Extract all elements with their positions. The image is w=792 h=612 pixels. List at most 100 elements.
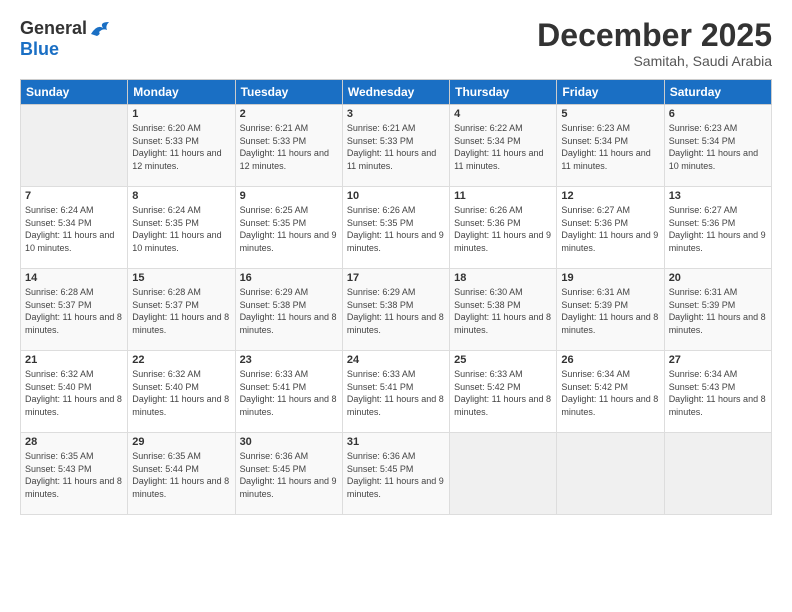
day-number: 18 xyxy=(454,272,552,284)
month-title: December 2025 xyxy=(537,18,772,53)
table-row: 6 Sunrise: 6:23 AMSunset: 5:34 PMDayligh… xyxy=(664,105,771,187)
table-row: 28 Sunrise: 6:35 AMSunset: 5:43 PMDaylig… xyxy=(21,433,128,515)
day-info: Sunrise: 6:21 AMSunset: 5:33 PMDaylight:… xyxy=(347,123,436,171)
calendar-week-row: 1 Sunrise: 6:20 AMSunset: 5:33 PMDayligh… xyxy=(21,105,772,187)
day-info: Sunrise: 6:31 AMSunset: 5:39 PMDaylight:… xyxy=(669,287,766,335)
day-info: Sunrise: 6:35 AMSunset: 5:44 PMDaylight:… xyxy=(132,451,229,499)
table-row: 5 Sunrise: 6:23 AMSunset: 5:34 PMDayligh… xyxy=(557,105,664,187)
day-info: Sunrise: 6:31 AMSunset: 5:39 PMDaylight:… xyxy=(561,287,658,335)
logo-blue-text: Blue xyxy=(20,39,59,60)
table-row: 8 Sunrise: 6:24 AMSunset: 5:35 PMDayligh… xyxy=(128,187,235,269)
table-row: 29 Sunrise: 6:35 AMSunset: 5:44 PMDaylig… xyxy=(128,433,235,515)
header-saturday: Saturday xyxy=(664,80,771,105)
day-number: 27 xyxy=(669,354,767,366)
day-number: 3 xyxy=(347,108,445,120)
calendar-week-row: 28 Sunrise: 6:35 AMSunset: 5:43 PMDaylig… xyxy=(21,433,772,515)
day-number: 26 xyxy=(561,354,659,366)
table-row xyxy=(450,433,557,515)
day-info: Sunrise: 6:33 AMSunset: 5:41 PMDaylight:… xyxy=(240,369,337,417)
day-info: Sunrise: 6:36 AMSunset: 5:45 PMDaylight:… xyxy=(347,451,444,499)
calendar-week-row: 14 Sunrise: 6:28 AMSunset: 5:37 PMDaylig… xyxy=(21,269,772,351)
day-number: 25 xyxy=(454,354,552,366)
header-monday: Monday xyxy=(128,80,235,105)
day-number: 14 xyxy=(25,272,123,284)
day-info: Sunrise: 6:22 AMSunset: 5:34 PMDaylight:… xyxy=(454,123,543,171)
subtitle: Samitah, Saudi Arabia xyxy=(537,53,772,69)
calendar-header-row: Sunday Monday Tuesday Wednesday Thursday… xyxy=(21,80,772,105)
logo-bird-icon xyxy=(89,20,111,38)
calendar-week-row: 21 Sunrise: 6:32 AMSunset: 5:40 PMDaylig… xyxy=(21,351,772,433)
header: General Blue December 2025 Samitah, Saud… xyxy=(20,18,772,69)
day-info: Sunrise: 6:29 AMSunset: 5:38 PMDaylight:… xyxy=(347,287,444,335)
day-info: Sunrise: 6:24 AMSunset: 5:35 PMDaylight:… xyxy=(132,205,221,253)
day-info: Sunrise: 6:33 AMSunset: 5:41 PMDaylight:… xyxy=(347,369,444,417)
table-row: 31 Sunrise: 6:36 AMSunset: 5:45 PMDaylig… xyxy=(342,433,449,515)
day-number: 15 xyxy=(132,272,230,284)
day-info: Sunrise: 6:27 AMSunset: 5:36 PMDaylight:… xyxy=(561,205,658,253)
table-row: 14 Sunrise: 6:28 AMSunset: 5:37 PMDaylig… xyxy=(21,269,128,351)
day-info: Sunrise: 6:27 AMSunset: 5:36 PMDaylight:… xyxy=(669,205,766,253)
day-number: 24 xyxy=(347,354,445,366)
day-number: 17 xyxy=(347,272,445,284)
table-row: 13 Sunrise: 6:27 AMSunset: 5:36 PMDaylig… xyxy=(664,187,771,269)
table-row: 10 Sunrise: 6:26 AMSunset: 5:35 PMDaylig… xyxy=(342,187,449,269)
day-number: 22 xyxy=(132,354,230,366)
header-friday: Friday xyxy=(557,80,664,105)
table-row: 25 Sunrise: 6:33 AMSunset: 5:42 PMDaylig… xyxy=(450,351,557,433)
day-info: Sunrise: 6:21 AMSunset: 5:33 PMDaylight:… xyxy=(240,123,329,171)
day-number: 9 xyxy=(240,190,338,202)
table-row: 24 Sunrise: 6:33 AMSunset: 5:41 PMDaylig… xyxy=(342,351,449,433)
day-number: 7 xyxy=(25,190,123,202)
table-row: 27 Sunrise: 6:34 AMSunset: 5:43 PMDaylig… xyxy=(664,351,771,433)
title-block: December 2025 Samitah, Saudi Arabia xyxy=(537,18,772,69)
day-number: 8 xyxy=(132,190,230,202)
table-row: 26 Sunrise: 6:34 AMSunset: 5:42 PMDaylig… xyxy=(557,351,664,433)
day-number: 16 xyxy=(240,272,338,284)
day-number: 13 xyxy=(669,190,767,202)
day-number: 19 xyxy=(561,272,659,284)
day-info: Sunrise: 6:34 AMSunset: 5:42 PMDaylight:… xyxy=(561,369,658,417)
table-row: 21 Sunrise: 6:32 AMSunset: 5:40 PMDaylig… xyxy=(21,351,128,433)
day-number: 29 xyxy=(132,436,230,448)
day-info: Sunrise: 6:34 AMSunset: 5:43 PMDaylight:… xyxy=(669,369,766,417)
day-info: Sunrise: 6:32 AMSunset: 5:40 PMDaylight:… xyxy=(25,369,122,417)
header-sunday: Sunday xyxy=(21,80,128,105)
day-info: Sunrise: 6:24 AMSunset: 5:34 PMDaylight:… xyxy=(25,205,114,253)
day-info: Sunrise: 6:20 AMSunset: 5:33 PMDaylight:… xyxy=(132,123,221,171)
day-number: 31 xyxy=(347,436,445,448)
day-number: 10 xyxy=(347,190,445,202)
day-number: 12 xyxy=(561,190,659,202)
day-info: Sunrise: 6:29 AMSunset: 5:38 PMDaylight:… xyxy=(240,287,337,335)
day-number: 6 xyxy=(669,108,767,120)
day-number: 4 xyxy=(454,108,552,120)
day-info: Sunrise: 6:26 AMSunset: 5:35 PMDaylight:… xyxy=(347,205,444,253)
table-row: 11 Sunrise: 6:26 AMSunset: 5:36 PMDaylig… xyxy=(450,187,557,269)
day-info: Sunrise: 6:28 AMSunset: 5:37 PMDaylight:… xyxy=(132,287,229,335)
day-number: 21 xyxy=(25,354,123,366)
calendar-table: Sunday Monday Tuesday Wednesday Thursday… xyxy=(20,79,772,515)
day-info: Sunrise: 6:35 AMSunset: 5:43 PMDaylight:… xyxy=(25,451,122,499)
day-info: Sunrise: 6:32 AMSunset: 5:40 PMDaylight:… xyxy=(132,369,229,417)
day-number: 2 xyxy=(240,108,338,120)
day-number: 5 xyxy=(561,108,659,120)
day-number: 23 xyxy=(240,354,338,366)
day-info: Sunrise: 6:30 AMSunset: 5:38 PMDaylight:… xyxy=(454,287,551,335)
day-info: Sunrise: 6:26 AMSunset: 5:36 PMDaylight:… xyxy=(454,205,551,253)
page: General Blue December 2025 Samitah, Saud… xyxy=(0,0,792,612)
day-number: 30 xyxy=(240,436,338,448)
table-row xyxy=(664,433,771,515)
table-row xyxy=(21,105,128,187)
table-row xyxy=(557,433,664,515)
table-row: 3 Sunrise: 6:21 AMSunset: 5:33 PMDayligh… xyxy=(342,105,449,187)
logo: General Blue xyxy=(20,18,111,60)
calendar-week-row: 7 Sunrise: 6:24 AMSunset: 5:34 PMDayligh… xyxy=(21,187,772,269)
day-number: 28 xyxy=(25,436,123,448)
day-number: 1 xyxy=(132,108,230,120)
day-info: Sunrise: 6:25 AMSunset: 5:35 PMDaylight:… xyxy=(240,205,337,253)
table-row: 16 Sunrise: 6:29 AMSunset: 5:38 PMDaylig… xyxy=(235,269,342,351)
table-row: 1 Sunrise: 6:20 AMSunset: 5:33 PMDayligh… xyxy=(128,105,235,187)
header-tuesday: Tuesday xyxy=(235,80,342,105)
day-info: Sunrise: 6:33 AMSunset: 5:42 PMDaylight:… xyxy=(454,369,551,417)
day-number: 11 xyxy=(454,190,552,202)
table-row: 4 Sunrise: 6:22 AMSunset: 5:34 PMDayligh… xyxy=(450,105,557,187)
